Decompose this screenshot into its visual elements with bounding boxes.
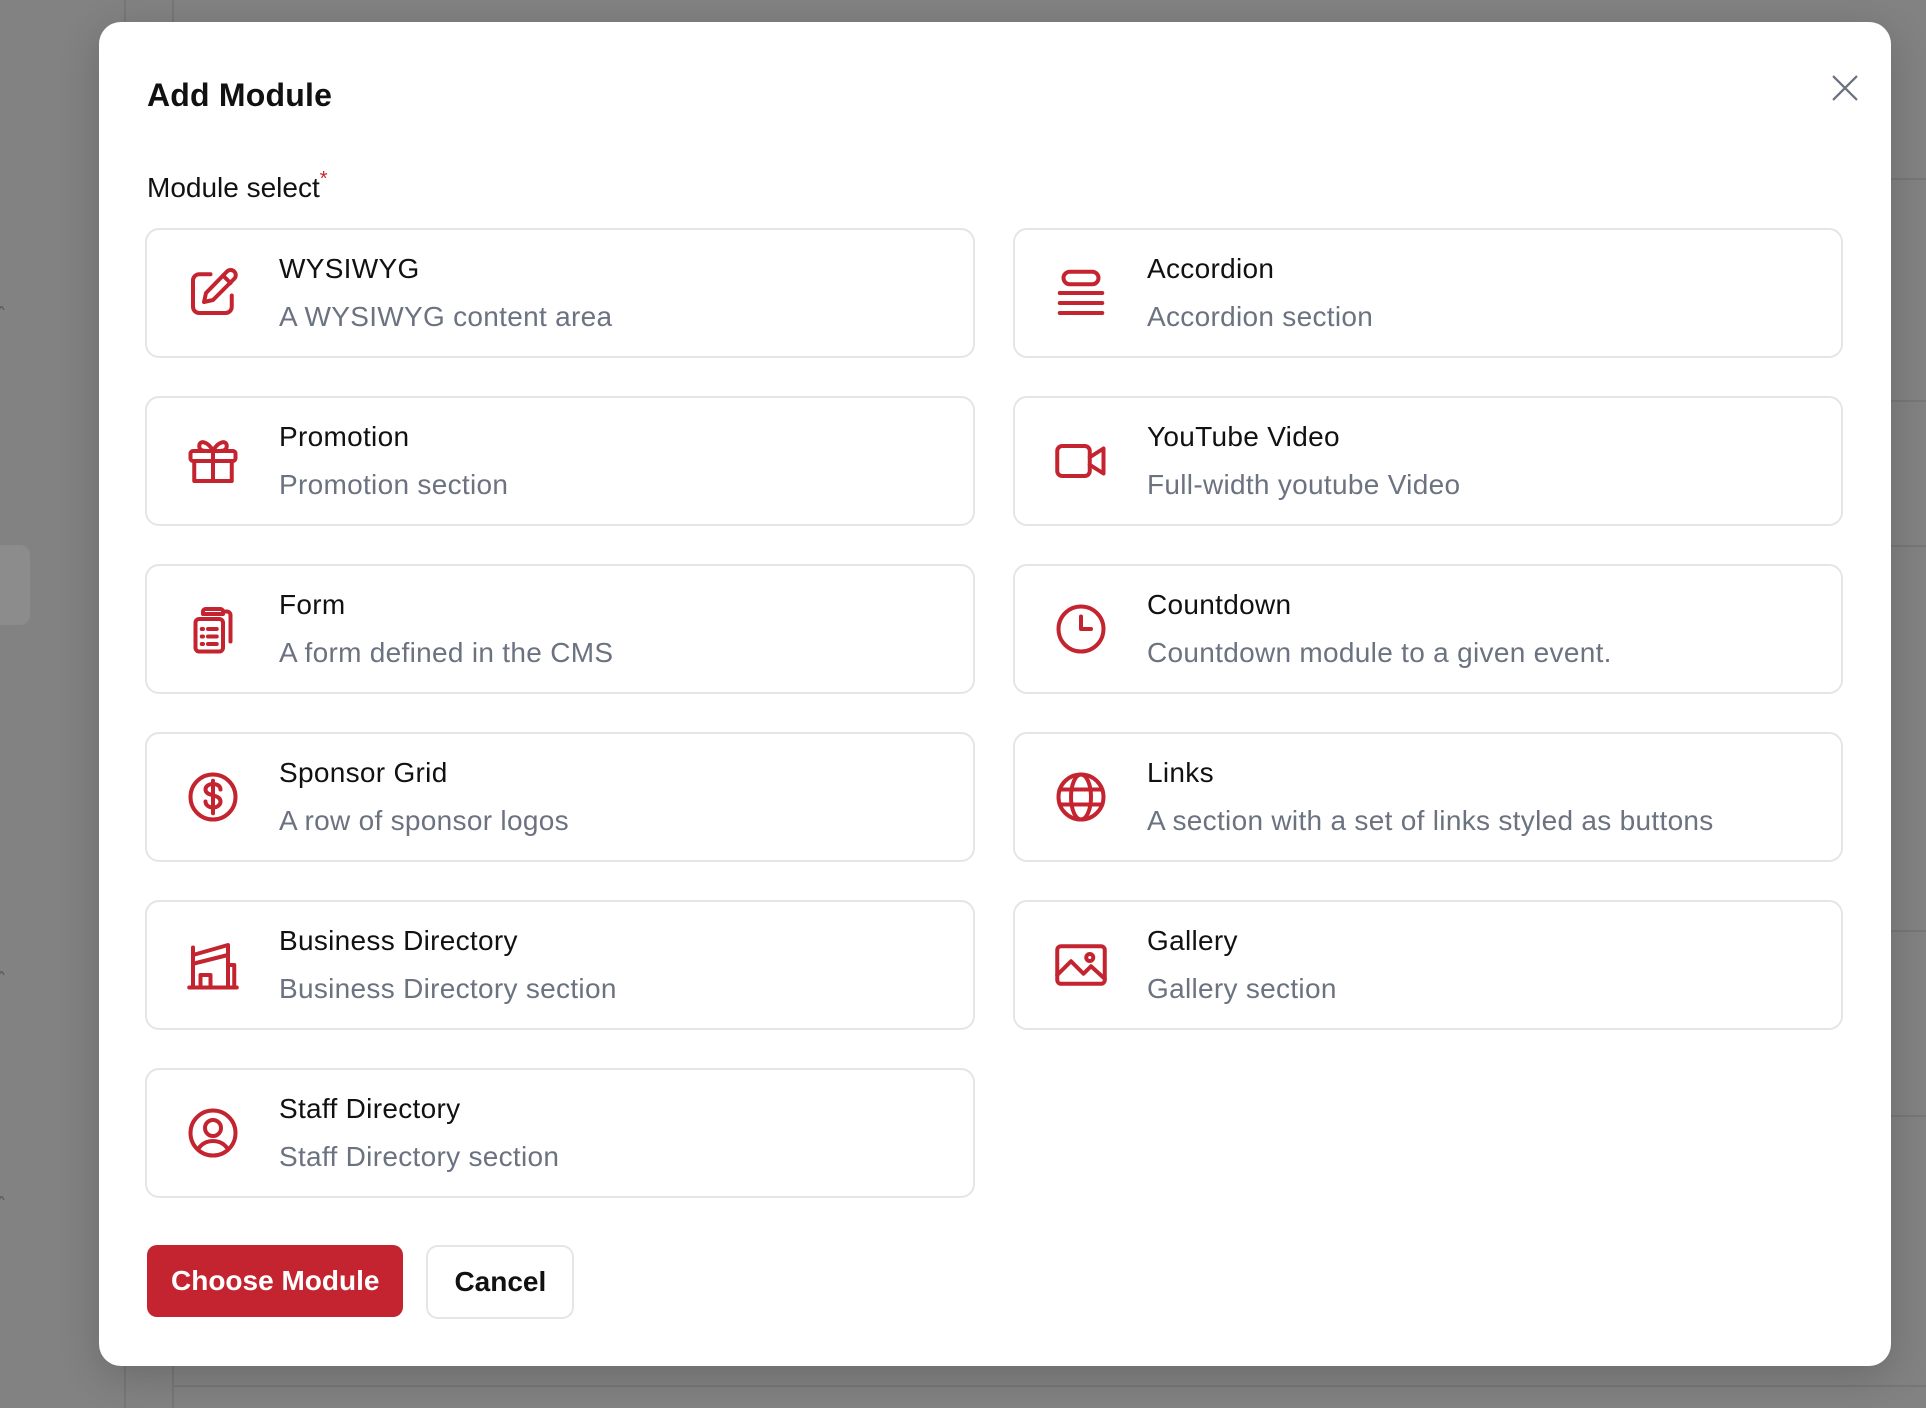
background-row-line: [1891, 545, 1926, 547]
module-description: Accordion section: [1147, 301, 1374, 332]
module-description: A section with a set of links styled as …: [1147, 805, 1714, 836]
module-title: Links: [1147, 757, 1214, 788]
close-button[interactable]: [1813, 57, 1877, 121]
module-option-links[interactable]: Links A section with a set of links styl…: [1013, 732, 1843, 862]
dollar-circle-icon: [147, 734, 279, 860]
module-title: WYSIWYG: [279, 253, 420, 284]
background-row-line: [1891, 930, 1926, 932]
pencil-square-icon: [147, 230, 279, 356]
module-option-gallery[interactable]: Gallery Gallery section: [1013, 900, 1843, 1030]
close-icon: [1828, 71, 1862, 108]
module-select-label-text: Module select: [147, 172, 320, 203]
module-title: Form: [279, 589, 346, 620]
module-option-wysiwyg[interactable]: WYSIWYG A WYSIWYG content area: [145, 228, 975, 358]
module-description: Business Directory section: [279, 973, 617, 1004]
stacked-lines-icon: [1015, 230, 1147, 356]
module-option-form[interactable]: Form A form defined in the CMS: [145, 564, 975, 694]
module-option-youtube-video[interactable]: YouTube Video Full-width youtube Video: [1013, 396, 1843, 526]
chevron-up-icon: ˆ: [0, 1195, 7, 1220]
background-row-line: [1891, 1115, 1926, 1117]
building-storefront-icon: [147, 902, 279, 1028]
dialog-footer: Choose Module Cancel: [147, 1245, 575, 1319]
module-title: Gallery: [1147, 925, 1238, 956]
clock-icon: [1015, 566, 1147, 692]
module-title: Promotion: [279, 421, 410, 452]
module-title: YouTube Video: [1147, 421, 1340, 452]
module-description: A WYSIWYG content area: [279, 301, 613, 332]
module-title: Sponsor Grid: [279, 757, 448, 788]
choose-module-button[interactable]: Choose Module: [147, 1245, 404, 1317]
chevron-up-icon: ˆ: [0, 970, 7, 995]
module-description: A row of sponsor logos: [279, 805, 569, 836]
user-circle-icon: [147, 1070, 279, 1196]
dialog-title: Add Module: [147, 77, 333, 113]
module-options-grid: WYSIWYG A WYSIWYG content area Accordion…: [145, 228, 1843, 1198]
module-option-countdown[interactable]: Countdown Countdown module to a given ev…: [1013, 564, 1843, 694]
module-title: Countdown: [1147, 589, 1292, 620]
cancel-button[interactable]: Cancel: [426, 1245, 575, 1319]
module-description: Staff Directory section: [279, 1141, 560, 1172]
module-description: Full-width youtube Video: [1147, 469, 1461, 500]
module-description: Gallery section: [1147, 973, 1337, 1004]
chevron-up-icon: ˆ: [0, 305, 7, 330]
module-select-label: Module select*: [147, 168, 328, 204]
module-title: Staff Directory: [279, 1093, 461, 1124]
module-title: Business Directory: [279, 925, 518, 956]
module-option-sponsor-grid[interactable]: Sponsor Grid A row of sponsor logos: [145, 732, 975, 862]
gift-icon: [147, 398, 279, 524]
module-option-accordion[interactable]: Accordion Accordion section: [1013, 228, 1843, 358]
globe-icon: [1015, 734, 1147, 860]
background-row-line: [172, 1385, 1926, 1387]
background-row-line: [1891, 178, 1926, 180]
background-tab: [0, 545, 30, 625]
module-description: Countdown module to a given event.: [1147, 637, 1612, 668]
module-option-promotion[interactable]: Promotion Promotion section: [145, 396, 975, 526]
add-module-dialog: Add Module Module select* WYSIWYG A WYSI…: [99, 22, 1891, 1366]
module-option-staff-directory[interactable]: Staff Directory Staff Directory section: [145, 1068, 975, 1198]
photo-icon: [1015, 902, 1147, 1028]
module-option-business-directory[interactable]: Business Directory Business Directory se…: [145, 900, 975, 1030]
background-row-line: [1891, 400, 1926, 402]
module-description: Promotion section: [279, 469, 509, 500]
module-title: Accordion: [1147, 253, 1275, 284]
video-camera-icon: [1015, 398, 1147, 524]
module-description: A form defined in the CMS: [279, 637, 614, 668]
required-indicator: *: [319, 168, 328, 190]
clipboard-list-icon: [147, 566, 279, 692]
